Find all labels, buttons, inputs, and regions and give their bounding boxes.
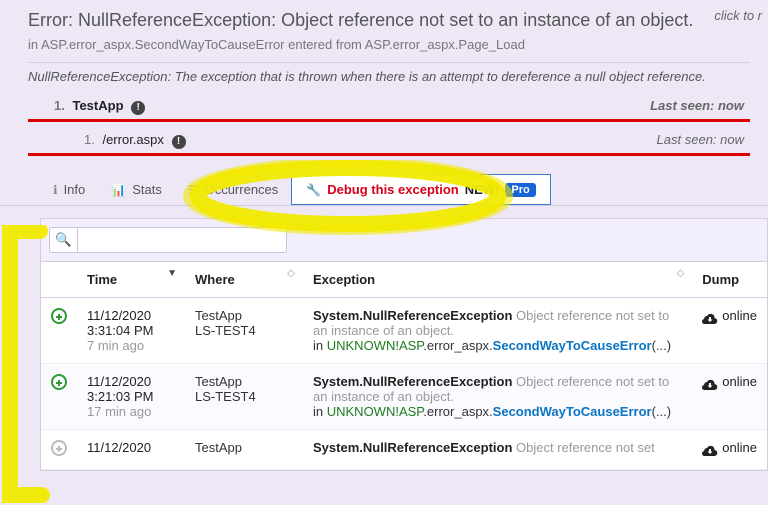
tree-item-label: TestApp <box>72 98 123 113</box>
search-icon: 🔍 <box>55 232 72 248</box>
expand-icon[interactable] <box>51 440 67 456</box>
alert-icon: ! <box>131 101 145 115</box>
tree-item-app[interactable]: 1. TestApp ! Last seen: now <box>28 94 750 119</box>
search-bar: 🔍 <box>41 219 767 262</box>
cell-dump[interactable]: online <box>692 430 767 470</box>
error-title: Error: NullReferenceException: Object re… <box>28 6 750 31</box>
col-exception[interactable]: Exception ◇ <box>303 262 692 298</box>
tab-stats[interactable]: 📊 Stats <box>98 174 175 205</box>
table-row[interactable]: 11/12/20203:31:04 PM7 min agoTestAppLS-T… <box>41 298 767 364</box>
tab-debug[interactable]: 🔧 Debug this exception NEW! Pro <box>291 174 550 205</box>
expand-icon[interactable] <box>51 374 67 390</box>
search-input[interactable] <box>77 227 287 253</box>
tree-item-label: /error.aspx <box>102 132 163 147</box>
info-icon: ℹ <box>53 183 58 197</box>
divider-red <box>28 119 750 122</box>
results-panel: 🔍 Time ▼ Where ◇ Exception ◇ <box>40 218 768 471</box>
sort-desc-icon: ▼ <box>167 270 177 278</box>
tab-label: Stats <box>132 182 162 197</box>
cell-dump[interactable]: online <box>692 298 767 364</box>
tab-label: Occurrences <box>205 182 279 197</box>
last-seen: Last seen: now <box>657 132 744 147</box>
col-label: Exception <box>313 272 375 287</box>
tree-item-number: 1. <box>54 98 69 113</box>
col-label: Dump <box>702 272 739 287</box>
tab-label: Info <box>64 182 86 197</box>
tab-label: Debug this exception <box>327 182 458 197</box>
tab-bar: ℹ Info 📊 Stats ☰ Occurrences 🔧 Debug thi… <box>0 170 768 206</box>
search-button[interactable]: 🔍 <box>49 227 77 253</box>
cell-time: 11/12/20203:21:03 PM17 min ago <box>77 364 185 430</box>
error-description: NullReferenceException: The exception th… <box>28 62 750 94</box>
col-label: Where <box>195 272 235 287</box>
col-label: Time <box>87 272 117 287</box>
new-label: NEW! <box>465 182 500 197</box>
col-dump[interactable]: Dump <box>692 262 767 298</box>
col-where[interactable]: Where ◇ <box>185 262 303 298</box>
cell-time: 11/12/2020 <box>77 430 185 470</box>
sort-icon: ◇ <box>287 270 295 278</box>
divider-red <box>28 153 750 156</box>
expand-icon[interactable] <box>51 308 67 324</box>
alert-icon: ! <box>172 135 186 149</box>
tab-occurrences[interactable]: ☰ Occurrences <box>175 174 291 205</box>
table-row[interactable]: 11/12/20203:21:03 PM17 min agoTestAppLS-… <box>41 364 767 430</box>
col-expand <box>41 262 77 298</box>
cell-exception: System.NullReferenceException Object ref… <box>303 364 692 430</box>
cell-exception: System.NullReferenceException Object ref… <box>303 298 692 364</box>
cloud-download-icon <box>702 444 718 454</box>
tab-info[interactable]: ℹ Info <box>40 174 98 205</box>
sort-icon: ◇ <box>677 270 685 278</box>
tree-item-number: 1. <box>84 132 99 147</box>
stats-icon: 📊 <box>111 183 126 197</box>
table-row[interactable]: 11/12/2020TestAppSystem.NullReferenceExc… <box>41 430 767 470</box>
error-entry-path: in ASP.error_aspx.SecondWayToCauseError … <box>28 31 750 62</box>
cell-exception: System.NullReferenceException Object ref… <box>303 430 692 470</box>
cell-where: TestAppLS-TEST4 <box>185 364 303 430</box>
list-icon: ☰ <box>188 183 199 197</box>
cell-where: TestApp <box>185 430 303 470</box>
results-table: Time ▼ Where ◇ Exception ◇ Dump 11/12/20… <box>41 262 767 470</box>
cell-dump[interactable]: online <box>692 364 767 430</box>
last-seen: Last seen: now <box>650 98 744 113</box>
col-time[interactable]: Time ▼ <box>77 262 185 298</box>
pro-badge: Pro <box>505 183 535 197</box>
click-hint[interactable]: click to r <box>714 8 762 23</box>
cell-time: 11/12/20203:31:04 PM7 min ago <box>77 298 185 364</box>
cell-where: TestAppLS-TEST4 <box>185 298 303 364</box>
tree-item-page[interactable]: 1. /error.aspx ! Last seen: now <box>28 128 750 153</box>
cloud-download-icon <box>702 312 718 322</box>
cloud-download-icon <box>702 378 718 388</box>
wrench-icon: 🔧 <box>306 183 321 197</box>
